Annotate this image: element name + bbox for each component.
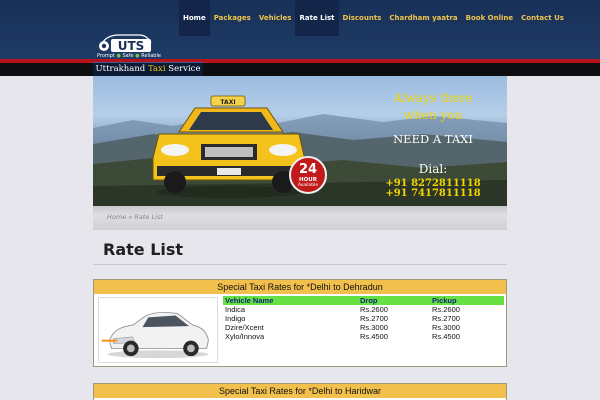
logo-banner-part1: Uttrakhand — [95, 64, 148, 74]
phone-number-2[interactable]: +91 7417811118 — [363, 189, 503, 199]
header-dark-strip — [0, 63, 600, 76]
rate-header-prefix: Special Taxi Rates for *Delhi — [219, 386, 335, 396]
pickup-price: Rs.4500 — [432, 332, 460, 341]
column-header-vehicle: Vehicle Name — [223, 296, 358, 305]
pickup-price: Rs.2700 — [432, 314, 460, 323]
drop-price: Rs.2600 — [360, 305, 388, 314]
tagline-dot-icon: ● — [116, 53, 121, 59]
title-divider — [93, 264, 507, 265]
banner-line2: when you — [403, 108, 463, 122]
rate-card-header: Special Taxi Rates for *Delhi to Haridwa… — [94, 384, 506, 398]
24-hour-badge: 24 HOUR Available — [289, 156, 327, 194]
banner-phones: +91 8272811118 +91 7417811118 — [363, 179, 503, 199]
nav-item-home[interactable]: Home — [179, 0, 210, 36]
rate-card-header: Special Taxi Rates for *Delhi to Dehradu… — [94, 280, 506, 294]
rate-table: Vehicle Name Drop Pickup Indica Rs.2600 … — [223, 296, 504, 341]
vehicle-name: Xylo/Innova — [225, 332, 265, 341]
badge-number: 24 — [298, 162, 318, 177]
tagline-dot-icon: ● — [135, 53, 140, 59]
nav-item-contact-us[interactable]: Contact Us — [517, 0, 568, 36]
tagline-prompt: Prompt — [97, 53, 115, 59]
table-row: Dzire/Xcent Rs.3000 Rs.3000 — [223, 323, 504, 332]
pickup-price: Rs.3000 — [432, 323, 460, 332]
rate-card-body: Vehicle Name Drop Pickup Indica Rs.2600 … — [94, 294, 506, 366]
banner-tagline: Always there when you — [363, 90, 503, 124]
table-row: Indica Rs.2600 Rs.2600 — [223, 305, 504, 314]
rate-header-destination: to Dehradun — [333, 282, 383, 292]
main-nav: Home Packages Vehicles Rate List Discoun… — [179, 0, 568, 36]
breadcrumb: Home » Rate List — [107, 213, 163, 221]
nav-item-rate-list[interactable]: Rate List — [295, 0, 339, 36]
vehicle-name: Indigo — [225, 314, 246, 323]
drop-price: Rs.4500 — [360, 332, 388, 341]
taxi-roof-sign: TAXI — [220, 99, 235, 106]
logo-banner: Uttrakhand Taxi Service — [93, 62, 203, 76]
logo-badge-text: UTS — [118, 39, 145, 53]
tagline-reliable: Reliable — [141, 53, 161, 59]
table-row: Xylo/Innova Rs.4500 Rs.4500 — [223, 332, 504, 341]
rate-header-prefix: Special Taxi Rates for *Delhi — [217, 282, 334, 292]
breadcrumb-bar: Home » Rate List — [93, 206, 507, 230]
hero-banner: TAXI 24 HOUR Available Always there when… — [93, 76, 507, 206]
drop-price: Rs.3000 — [360, 323, 388, 332]
banner-need-taxi: NEED A TAXI — [393, 132, 473, 146]
nav-item-vehicles[interactable]: Vehicles — [255, 0, 296, 36]
page-title: Rate List — [103, 240, 184, 259]
nav-item-discounts[interactable]: Discounts — [339, 0, 386, 36]
logo-banner-text: Uttrakhand Taxi Service — [93, 63, 203, 76]
breadcrumb-current: Rate List — [134, 213, 163, 221]
logo-tagline: Prompt ● Safe ● Reliable — [97, 53, 167, 59]
rate-card-dehradun: Special Taxi Rates for *Delhi to Dehradu… — [93, 279, 507, 367]
banner-dial-label: Dial: — [418, 162, 448, 176]
badge-available: Available — [297, 183, 319, 188]
nav-item-chardham-yaatra[interactable]: Chardham yaatra — [385, 0, 461, 36]
nav-item-packages[interactable]: Packages — [210, 0, 255, 36]
nav-item-book-online[interactable]: Book Online — [462, 0, 518, 36]
pickup-price: Rs.2600 — [432, 305, 460, 314]
vehicle-name: Dzire/Xcent — [225, 323, 264, 332]
breadcrumb-home-link[interactable]: Home — [107, 213, 126, 221]
logo-banner-part2: Service — [165, 64, 201, 74]
banner-line1: Always there — [393, 91, 473, 105]
tagline-safe: Safe — [122, 53, 134, 59]
table-header-row: Vehicle Name Drop Pickup — [223, 296, 504, 305]
column-header-pickup: Pickup — [430, 296, 504, 305]
vehicle-name: Indica — [225, 305, 246, 314]
drop-price: Rs.2700 — [360, 314, 388, 323]
taxi-car-image: TAXI — [152, 95, 306, 198]
rate-header-destination: to Haridwar — [334, 386, 381, 396]
table-row: Indigo Rs.2700 Rs.2700 — [223, 314, 504, 323]
column-header-drop: Drop — [358, 296, 430, 305]
rate-card-haridwar: Special Taxi Rates for *Delhi to Haridwa… — [93, 383, 507, 400]
uts-logo-icon: UTS — [99, 34, 152, 53]
logo-banner-accent: Taxi — [147, 64, 166, 74]
sedan-car-image — [98, 297, 218, 363]
